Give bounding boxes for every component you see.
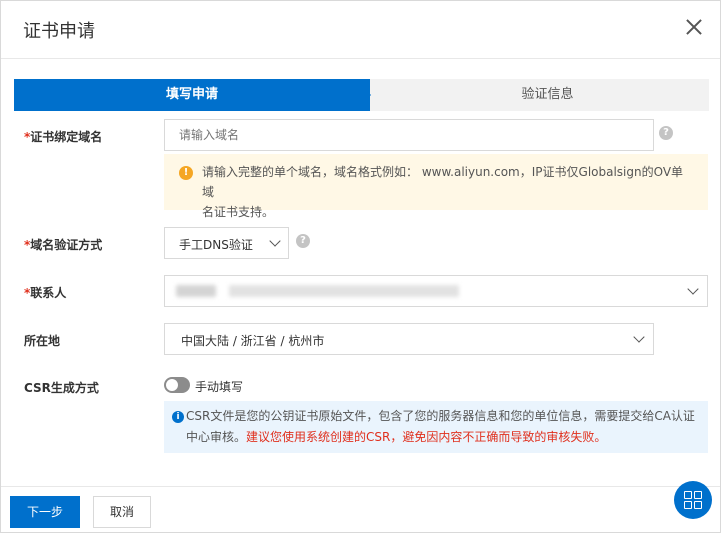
domain-label: *证书绑定域名 <box>24 130 103 144</box>
exclamation-icon: ! <box>179 166 193 180</box>
dialog-footer: 下一步 取消 <box>1 486 720 535</box>
verify-label: *域名验证方式 <box>24 238 103 252</box>
next-button[interactable]: 下一步 <box>10 496 80 528</box>
csr-toggle[interactable] <box>164 377 190 393</box>
warning-text: 请输入完整的单个域名，域名格式例如： www.aliyun.com，IP证书仅G… <box>202 165 684 219</box>
contact-label: *联系人 <box>24 286 67 300</box>
step-fill-application: 填写申请 <box>14 79 370 111</box>
step-arrow <box>355 79 371 111</box>
location-value: 中国大陆 / 浙江省 / 杭州市 <box>181 334 325 348</box>
verify-method-select[interactable]: 手工DNS验证 <box>164 227 289 259</box>
question-icon[interactable]: ? <box>659 126 673 140</box>
verify-method-value: 手工DNS验证 <box>179 238 253 252</box>
certificate-dialog: 证书申请 填写申请 验证信息 *证书绑定域名 ? ! 请输入完整的单个域名，域名… <box>0 0 721 533</box>
step-verify-info: 验证信息 <box>521 87 574 102</box>
csr-label: CSR生成方式 <box>24 381 99 395</box>
location-label: 所在地 <box>24 334 61 348</box>
toggle-knob <box>166 379 178 391</box>
cancel-button[interactable]: 取消 <box>93 496 151 528</box>
step-bar: 填写申请 验证信息 <box>14 79 709 111</box>
close-icon[interactable] <box>684 17 704 37</box>
redacted-contact <box>176 285 216 297</box>
dialog-title: 证书申请 <box>23 21 95 42</box>
chevron-down-icon <box>687 283 699 295</box>
question-icon[interactable]: ? <box>296 234 310 248</box>
location-select[interactable]: 中国大陆 / 浙江省 / 杭州市 <box>164 323 654 355</box>
chevron-down-icon <box>633 331 645 343</box>
csr-info-text: CSR文件是您的公钥证书原始文件，包含了您的服务器信息和您的单位信息，需要提交给… <box>186 409 695 444</box>
dialog-header: 证书申请 <box>1 1 720 59</box>
domain-input[interactable] <box>164 119 654 151</box>
redacted-contact <box>229 285 459 297</box>
toggle-label: 手动填写 <box>195 380 244 394</box>
csr-info: i CSR文件是您的公钥证书原始文件，包含了您的服务器信息和您的单位信息，需要提… <box>164 401 708 453</box>
info-icon: i <box>172 411 184 423</box>
grid-icon[interactable] <box>674 481 712 519</box>
domain-warning: ! 请输入完整的单个域名，域名格式例如： www.aliyun.com，IP证书… <box>164 154 708 219</box>
chevron-down-icon <box>269 235 281 247</box>
